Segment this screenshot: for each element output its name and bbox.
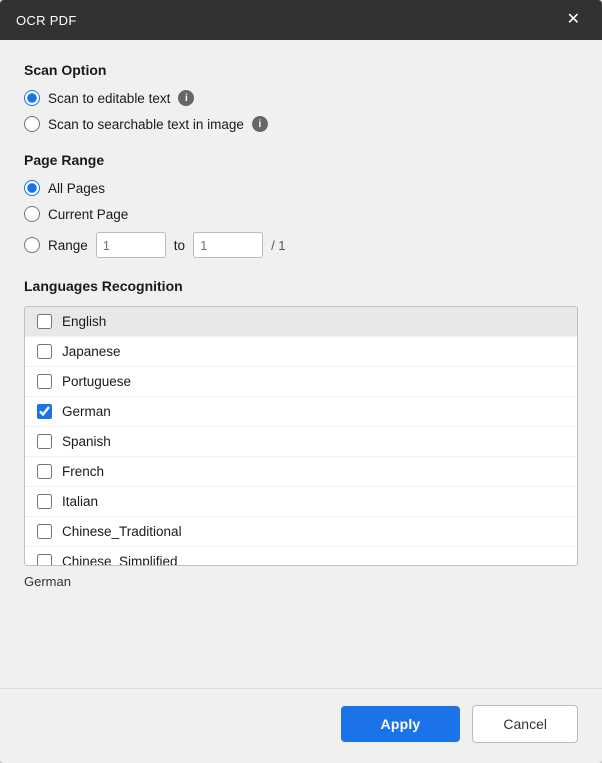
list-item[interactable]: Japanese [25,337,577,367]
list-item[interactable]: English [25,307,577,337]
page-range-section: Page Range All Pages Current Page Range … [24,152,578,258]
scan-searchable-radio[interactable] [24,116,40,132]
language-checkbox[interactable] [37,554,52,566]
all-pages-radio[interactable] [24,180,40,196]
scan-option-title: Scan Option [24,62,578,78]
languages-list[interactable]: English Japanese Portuguese German Spanish Fr… [24,306,578,566]
language-name: Japanese [62,344,121,359]
selected-lang-label: German [24,574,578,594]
list-item[interactable]: Chinese_Simplified [25,547,577,566]
range-row: Range to / 1 [24,232,578,258]
all-pages-label: All Pages [48,181,105,196]
scan-searchable-info-icon: i [252,116,268,132]
scan-searchable-row: Scan to searchable text in image i [24,116,578,132]
language-checkbox[interactable] [37,314,52,329]
range-total: / 1 [271,238,285,253]
scan-editable-info-icon: i [178,90,194,106]
dialog-footer: Apply Cancel [0,688,602,763]
list-item[interactable]: French [25,457,577,487]
language-checkbox[interactable] [37,434,52,449]
list-item[interactable]: Portuguese [25,367,577,397]
language-name: Chinese_Traditional [62,524,182,539]
list-item[interactable]: Italian [25,487,577,517]
range-label: Range [48,238,88,253]
language-checkbox[interactable] [37,524,52,539]
range-to-input[interactable] [193,232,263,258]
current-page-radio[interactable] [24,206,40,222]
language-name: Chinese_Simplified [62,554,178,566]
ocr-pdf-dialog: OCR PDF ✕ Scan Option Scan to editable t… [0,0,602,763]
language-name: Italian [62,494,98,509]
language-name: English [62,314,106,329]
scan-searchable-label: Scan to searchable text in image [48,117,244,132]
scan-editable-radio[interactable] [24,90,40,106]
language-name: French [62,464,104,479]
language-checkbox[interactable] [37,404,52,419]
range-radio[interactable] [24,237,40,253]
current-page-label: Current Page [48,207,128,222]
languages-section: Languages Recognition English Japanese Por… [24,278,578,672]
language-name: Portuguese [62,374,131,389]
range-to-separator: to [174,238,185,253]
language-checkbox[interactable] [37,494,52,509]
dialog-content: Scan Option Scan to editable text i Scan… [0,40,602,688]
list-item[interactable]: Spanish [25,427,577,457]
scan-option-group: Scan to editable text i Scan to searchab… [24,90,578,132]
language-name: Spanish [62,434,111,449]
languages-title: Languages Recognition [24,278,578,294]
language-name: German [62,404,111,419]
apply-button[interactable]: Apply [341,706,461,742]
dialog-title: OCR PDF [16,13,77,28]
language-checkbox[interactable] [37,464,52,479]
cancel-button[interactable]: Cancel [472,705,578,743]
language-checkbox[interactable] [37,374,52,389]
list-item[interactable]: Chinese_Traditional [25,517,577,547]
page-range-title: Page Range [24,152,578,168]
current-page-row: Current Page [24,206,578,222]
scan-editable-row: Scan to editable text i [24,90,578,106]
range-from-input[interactable] [96,232,166,258]
close-button[interactable]: ✕ [561,10,586,30]
all-pages-row: All Pages [24,180,578,196]
title-bar: OCR PDF ✕ [0,0,602,40]
language-checkbox[interactable] [37,344,52,359]
scan-editable-label: Scan to editable text [48,91,170,106]
list-item[interactable]: German [25,397,577,427]
page-range-radios: All Pages Current Page Range to / 1 [24,180,578,258]
